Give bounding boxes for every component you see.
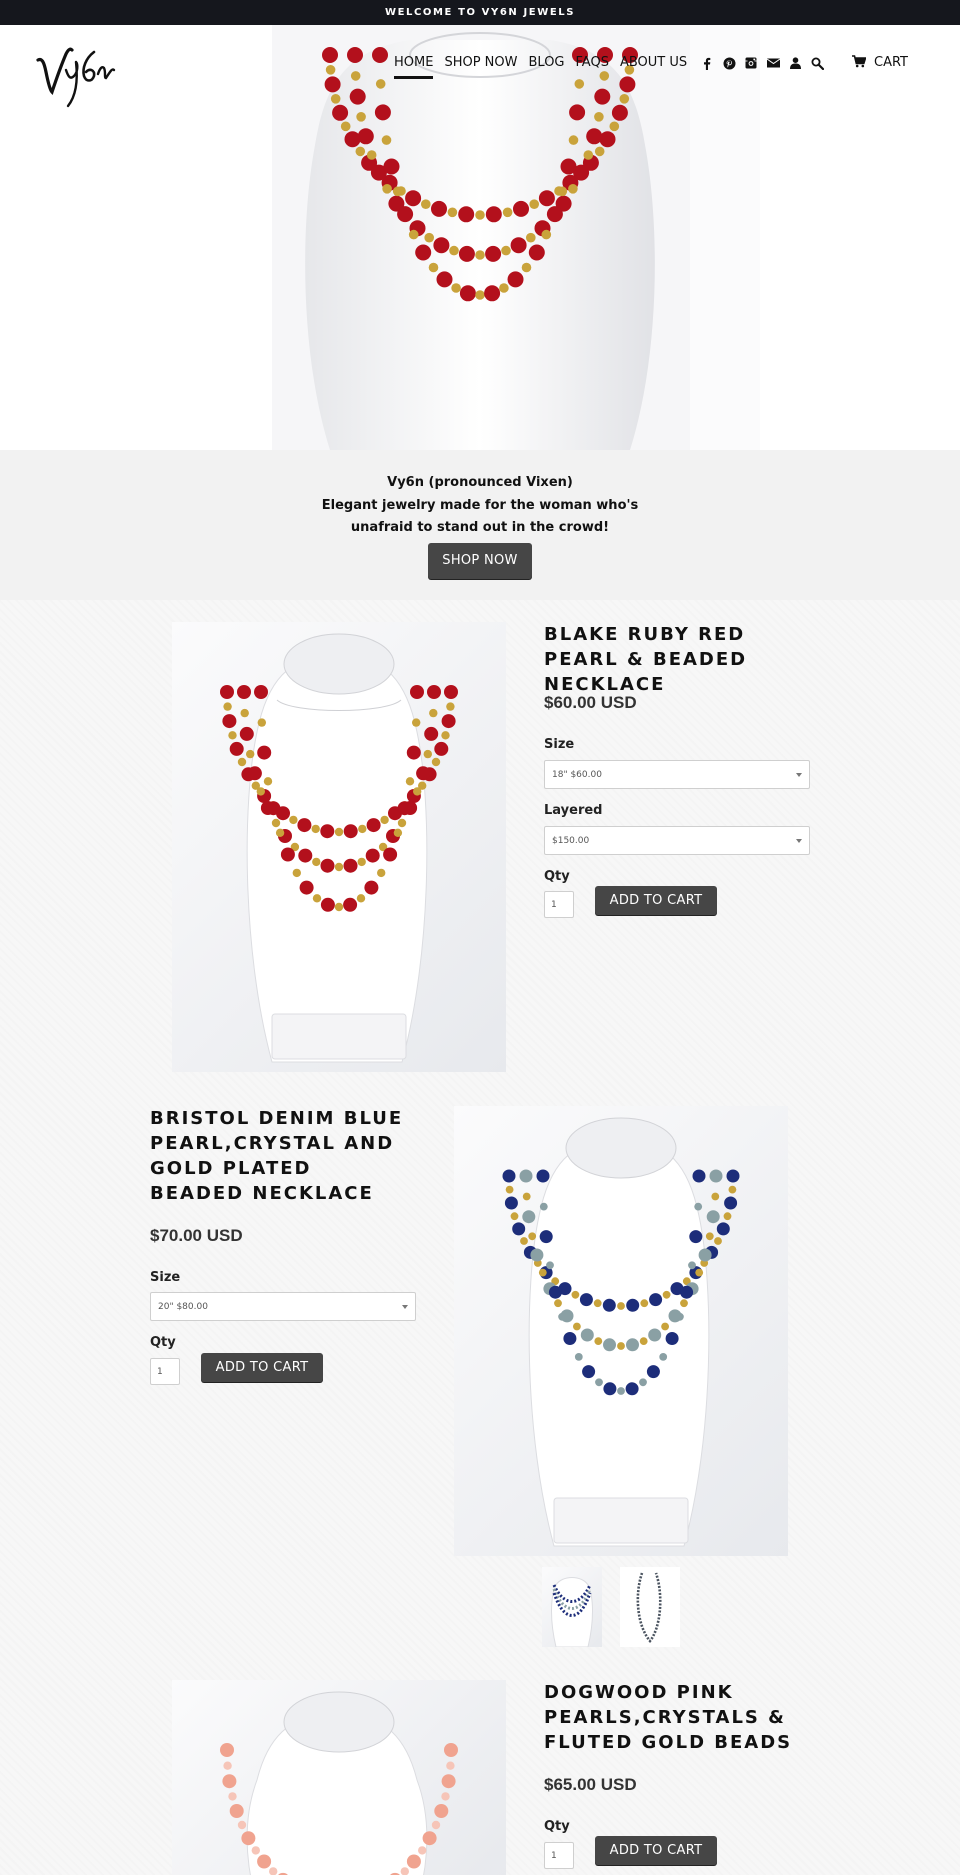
- announcement-bar: WELCOME TO VY6N JEWELS: [0, 0, 960, 25]
- intro-line-2: Elegant jewelry made for the woman who's: [321, 497, 639, 513]
- product-1-size-label: Size: [544, 737, 575, 752]
- hero-banner: [0, 25, 960, 450]
- product-2-price: $70.00 USD: [150, 1226, 243, 1245]
- nav-blog[interactable]: BLOG: [529, 55, 565, 72]
- product-1-size-select[interactable]: 18" $60.00: [544, 760, 810, 789]
- product-3-image[interactable]: [172, 1680, 506, 1875]
- cart-icon: [852, 55, 866, 69]
- facebook-icon[interactable]: [700, 56, 714, 70]
- product-3-add-to-cart-button[interactable]: ADD TO CART: [595, 1836, 717, 1865]
- nav-shop-now[interactable]: SHOP NOW: [444, 55, 517, 72]
- cart-link[interactable]: CART: [852, 52, 908, 72]
- chevron-down-icon: [796, 773, 802, 777]
- product-2-add-to-cart-button[interactable]: ADD TO CART: [201, 1353, 323, 1382]
- nav-about-us[interactable]: ABOUT US: [620, 55, 687, 72]
- vy6n-logo[interactable]: [32, 32, 118, 112]
- nav-faqs[interactable]: FAQS: [576, 55, 609, 72]
- product-2-size-label: Size: [150, 1270, 181, 1285]
- email-icon[interactable]: [766, 56, 780, 70]
- product-3-qty-label: Qty: [544, 1819, 570, 1834]
- social-icons: [700, 56, 832, 70]
- product-1-qty-label: Qty: [544, 869, 570, 884]
- product-3-title[interactable]: DOGWOOD PINK PEARLS,CRYSTALS & FLUTED GO…: [544, 1680, 804, 1755]
- cart-label: CART: [874, 54, 908, 70]
- product-1-title[interactable]: BLAKE RUBY RED PEARL & BEADED NECKLACE: [544, 622, 804, 697]
- intro-line-1: Vy6n (pronounced Vixen): [387, 475, 573, 490]
- product-3-price: $65.00 USD: [544, 1775, 637, 1794]
- product-2-image[interactable]: [454, 1106, 788, 1556]
- instagram-icon[interactable]: [744, 56, 758, 70]
- hero-necklace-image: [272, 25, 760, 450]
- product-2-size-select[interactable]: 20" $80.00: [150, 1292, 416, 1321]
- product-1-layered-label: Layered: [544, 803, 603, 818]
- main-nav: HOME SHOP NOW BLOG FAQS ABOUT US: [394, 52, 832, 79]
- product-2-qty-input[interactable]: 1: [150, 1358, 180, 1385]
- intro-section: Vy6n (pronounced Vixen) Elegant jewelry …: [0, 450, 960, 600]
- product-1-qty-input[interactable]: 1: [544, 891, 574, 918]
- product-3-qty-input[interactable]: 1: [544, 1842, 574, 1869]
- chevron-down-icon: [402, 1305, 408, 1309]
- nav-home[interactable]: HOME: [394, 55, 434, 79]
- product-1-image[interactable]: [172, 622, 506, 1072]
- product-2-thumbnail-1[interactable]: [542, 1567, 602, 1647]
- product-1-size-value: 18" $60.00: [552, 769, 602, 780]
- pinterest-icon[interactable]: [722, 56, 736, 70]
- product-1-layered-select[interactable]: $150.00: [544, 826, 810, 855]
- product-1-layered-value: $150.00: [552, 835, 590, 846]
- product-2-thumbnail-2[interactable]: [620, 1567, 680, 1647]
- intro-line-3: unafraid to stand out in the crowd!: [350, 520, 610, 535]
- product-1-add-to-cart-button[interactable]: ADD TO CART: [595, 886, 717, 915]
- shop-now-button[interactable]: SHOP NOW: [428, 542, 532, 579]
- search-icon[interactable]: [810, 56, 824, 70]
- product-2-qty-label: Qty: [150, 1335, 176, 1350]
- product-2-title[interactable]: BRISTOL DENIM BLUE PEARL,CRYSTAL AND GOL…: [150, 1106, 410, 1206]
- announcement-text: WELCOME TO VY6N JEWELS: [384, 7, 576, 18]
- product-1-price: $60.00 USD: [544, 693, 637, 712]
- product-2-size-value: 20" $80.00: [158, 1301, 208, 1312]
- account-icon[interactable]: [788, 56, 802, 70]
- chevron-down-icon: [796, 839, 802, 843]
